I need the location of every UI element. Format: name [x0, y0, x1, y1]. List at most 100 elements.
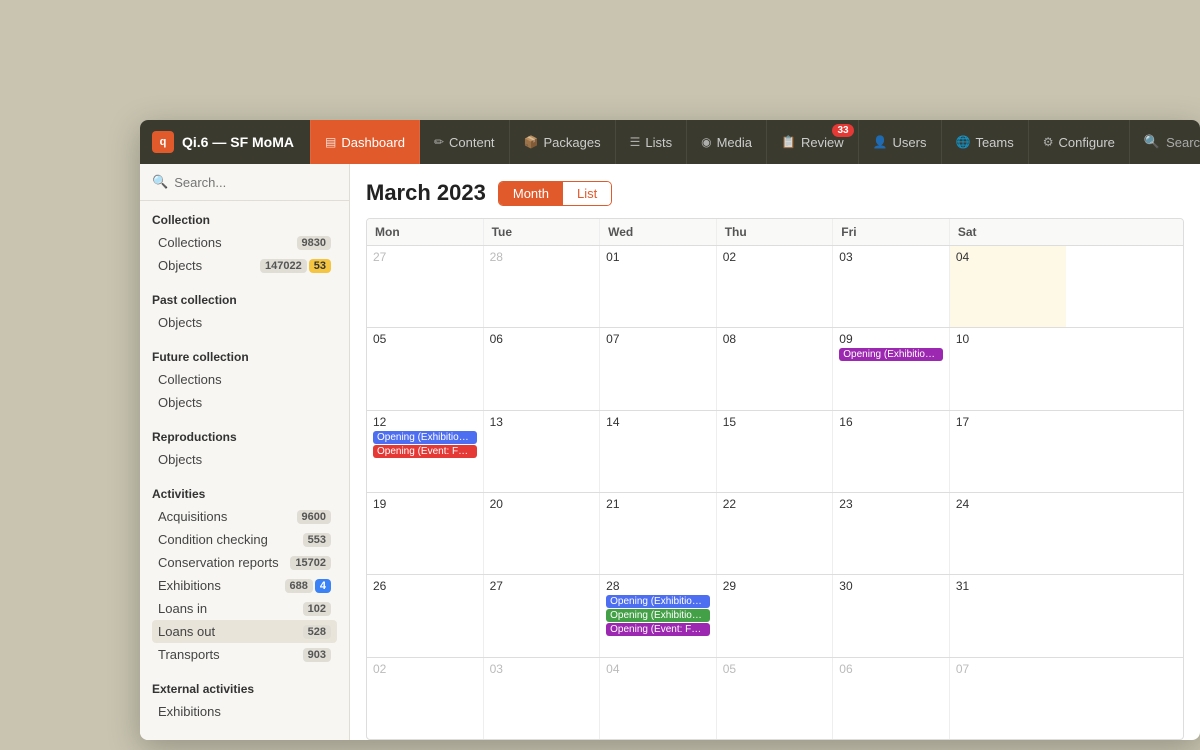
cal-cell-1-3[interactable]: 08 — [717, 328, 834, 409]
sidebar-item-label: Objects — [158, 452, 331, 467]
nav-tab-media[interactable]: ◉Media — [687, 120, 767, 164]
cal-date: 15 — [723, 415, 827, 429]
cal-cell-3-1[interactable]: 20 — [484, 493, 601, 574]
cal-cell-3-2[interactable]: 21 — [600, 493, 717, 574]
nav-tabs: ▤Dashboard✏Content📦Packages☰Lists◉Media📋… — [310, 120, 1130, 164]
sidebar-item-label: Objects — [158, 315, 331, 330]
cal-cell-0-5[interactable]: 04 — [950, 246, 1067, 327]
cal-cell-0-3[interactable]: 02 — [717, 246, 834, 327]
sidebar-section-2: Future collectionCollectionsObjects — [140, 338, 349, 418]
sidebar-item-objects[interactable]: Objects — [152, 391, 337, 414]
cal-cell-2-2[interactable]: 14 — [600, 411, 717, 492]
cal-cell-3-0[interactable]: 19 — [367, 493, 484, 574]
cal-header-fri: Fri — [833, 219, 950, 245]
cal-cell-0-1[interactable]: 28 — [484, 246, 601, 327]
tab-icon-content: ✏ — [434, 135, 444, 149]
cal-cell-1-5[interactable]: 10 — [950, 328, 1067, 409]
sidebar-section-4: ActivitiesAcquisitions9600Condition chec… — [140, 475, 349, 670]
sidebar-section-3: ReproductionsObjects — [140, 418, 349, 475]
cal-event[interactable]: Opening (Event: Future Lectur... — [373, 445, 477, 458]
cal-cell-2-4[interactable]: 16 — [833, 411, 950, 492]
cal-cell-4-3[interactable]: 29 — [717, 575, 834, 656]
sidebar-item-collections[interactable]: Collections9830 — [152, 231, 337, 254]
cal-date: 05 — [373, 332, 477, 346]
sidebar-item-condition-checking[interactable]: Condition checking553 — [152, 528, 337, 551]
cal-date: 20 — [490, 497, 594, 511]
nav-tab-users[interactable]: 👤Users — [859, 120, 942, 164]
sidebar-search-input[interactable] — [174, 175, 350, 190]
sidebar-search[interactable]: 🔍 — [140, 164, 349, 201]
sidebar-item-collections[interactable]: Collections — [152, 368, 337, 391]
cal-cell-3-3[interactable]: 22 — [717, 493, 834, 574]
cal-cell-5-5[interactable]: 07 — [950, 658, 1067, 739]
cal-cell-2-0[interactable]: 12Opening (Exhibitions: Moderni...Openin… — [367, 411, 484, 492]
cal-event[interactable]: Opening (Exhibitions: Moderni... — [839, 348, 943, 361]
sidebar-item-exhibitions[interactable]: Exhibitions — [152, 700, 337, 723]
cal-cell-5-2[interactable]: 04 — [600, 658, 717, 739]
nav-tab-packages[interactable]: 📦Packages — [510, 120, 616, 164]
search-top-label[interactable]: Search... — [1166, 135, 1200, 150]
search-top-area[interactable]: 🔍 Search... — [1130, 134, 1200, 150]
sidebar-badge: 903 — [303, 648, 331, 662]
cal-cell-4-0[interactable]: 26 — [367, 575, 484, 656]
calendar-header-row: MonTueWedThuFriSat — [367, 219, 1183, 246]
cal-cell-1-2[interactable]: 07 — [600, 328, 717, 409]
sidebar-item-conservation-reports[interactable]: Conservation reports15702 — [152, 551, 337, 574]
cal-cell-5-1[interactable]: 03 — [484, 658, 601, 739]
cal-cell-0-0[interactable]: 27 — [367, 246, 484, 327]
sidebar-item-loans-in[interactable]: Loans in102 — [152, 597, 337, 620]
view-month-btn[interactable]: Month — [499, 182, 563, 205]
cal-event[interactable]: Opening (Event: Future Lectur... — [606, 623, 710, 636]
cal-cell-3-4[interactable]: 23 — [833, 493, 950, 574]
cal-date: 17 — [956, 415, 1061, 429]
cal-cell-2-3[interactable]: 15 — [717, 411, 834, 492]
cal-date: 03 — [839, 250, 943, 264]
cal-event[interactable]: Opening (Exhibitions: Moderni... — [373, 431, 477, 444]
sidebar-item-objects[interactable]: Objects — [152, 448, 337, 471]
cal-week-1: 05 06070809Opening (Exhibitions: Moderni.… — [367, 328, 1183, 410]
cal-event[interactable]: Opening (Exhibitions: Moderni... — [606, 595, 710, 608]
cal-event[interactable]: Opening (Exhibitions: Moderni... — [606, 609, 710, 622]
sidebar-item-objects[interactable]: Objects14702253 — [152, 254, 337, 277]
cal-date: 02 — [723, 250, 827, 264]
cal-cell-1-4[interactable]: 09Opening (Exhibitions: Moderni... — [833, 328, 950, 409]
sidebar-badge-extra: 53 — [309, 259, 331, 273]
cal-cell-0-2[interactable]: 01 — [600, 246, 717, 327]
cal-cell-1-1[interactable]: 06 — [484, 328, 601, 409]
nav-tab-teams[interactable]: 🌐Teams — [942, 120, 1029, 164]
search-top-icon: 🔍 — [1144, 134, 1160, 150]
cal-cell-1-0[interactable]: 05 — [367, 328, 484, 409]
tab-label-packages: Packages — [544, 135, 601, 150]
nav-tab-dashboard[interactable]: ▤Dashboard — [310, 120, 420, 164]
cal-cell-2-5[interactable]: 17 — [950, 411, 1067, 492]
sidebar-section-1: Past collectionObjects — [140, 281, 349, 338]
cal-cell-0-4[interactable]: 03 — [833, 246, 950, 327]
cal-cell-4-4[interactable]: 30 — [833, 575, 950, 656]
sidebar-item-acquisitions[interactable]: Acquisitions9600 — [152, 505, 337, 528]
sidebar-item-objects[interactable]: Objects — [152, 311, 337, 334]
nav-tab-review[interactable]: 📋Review33 — [767, 120, 859, 164]
cal-cell-4-2[interactable]: 28Opening (Exhibitions: Moderni...Openin… — [600, 575, 717, 656]
sidebar-item-loans-out[interactable]: Loans out528 — [152, 620, 337, 643]
cal-cell-4-5[interactable]: 31 — [950, 575, 1067, 656]
sidebar-item-transports[interactable]: Transports903 — [152, 643, 337, 666]
nav-tab-content[interactable]: ✏ Content — [420, 120, 510, 164]
cal-cell-4-1[interactable]: 27 — [484, 575, 601, 656]
view-toggle: Month List — [498, 181, 612, 206]
view-list-btn[interactable]: List — [563, 182, 611, 205]
sidebar-item-label: Loans out — [158, 624, 303, 639]
nav-tab-lists[interactable]: ☰Lists — [616, 120, 688, 164]
cal-cell-5-3[interactable]: 05 — [717, 658, 834, 739]
cal-cell-2-1[interactable]: 13 — [484, 411, 601, 492]
tab-icon-media: ◉ — [701, 135, 711, 149]
cal-week-4: 262728Opening (Exhibitions: Moderni...Op… — [367, 575, 1183, 657]
cal-cell-5-4[interactable]: 06 — [833, 658, 950, 739]
nav-tab-configure[interactable]: ⚙Configure — [1029, 120, 1130, 164]
tab-icon-review: 📋 — [781, 135, 796, 149]
cal-cell-3-5[interactable]: 24 — [950, 493, 1067, 574]
tab-icon-teams: 🌐 — [956, 135, 971, 149]
cal-date: 22 — [723, 497, 827, 511]
sidebar-item-exhibitions[interactable]: Exhibitions6884 — [152, 574, 337, 597]
tab-label-content: Content — [449, 135, 495, 150]
cal-cell-5-0[interactable]: 02 — [367, 658, 484, 739]
